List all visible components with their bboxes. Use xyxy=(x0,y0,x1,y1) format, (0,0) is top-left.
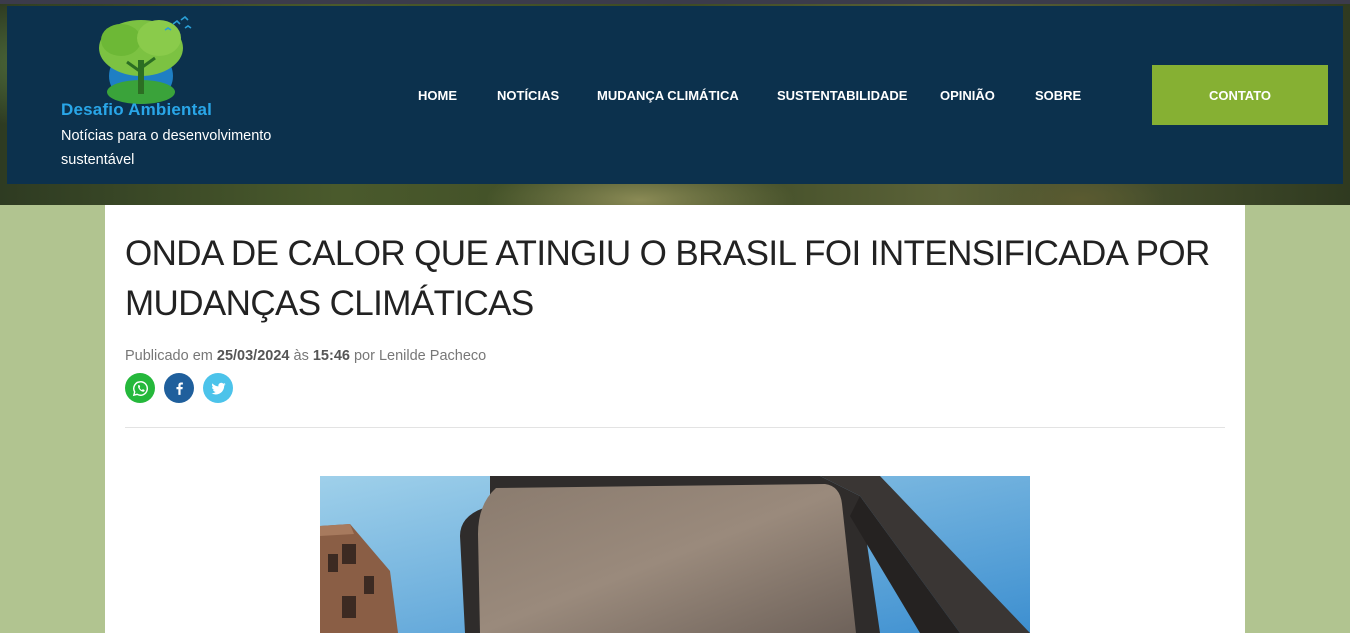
facebook-icon xyxy=(175,381,183,395)
publish-time: 15:46 xyxy=(312,348,350,364)
share-twitter-button[interactable] xyxy=(203,373,233,403)
contato-button[interactable]: CONTATO xyxy=(1152,65,1328,125)
twitter-icon xyxy=(210,382,226,394)
nav-item-mudanca-climatica[interactable]: MUDANÇA CLIMÁTICA xyxy=(597,88,739,103)
whatsapp-icon xyxy=(132,380,148,396)
author-name[interactable]: Lenilde Pacheco xyxy=(379,348,486,364)
article-meta: Publicado em 25/03/2024 às 15:46 por Len… xyxy=(125,348,486,364)
article-title: ONDA DE CALOR QUE ATINGIU O BRASIL FOI I… xyxy=(125,234,1210,323)
share-whatsapp-button[interactable] xyxy=(125,373,155,403)
nav-item-noticias[interactable]: NOTÍCIAS xyxy=(497,88,559,103)
logo-tree-icon[interactable] xyxy=(93,16,197,106)
published-prefix: Publicado em xyxy=(125,348,213,364)
nav-item-sobre[interactable]: SOBRE xyxy=(1035,88,1081,103)
author-prefix: por xyxy=(353,348,375,364)
logo-name[interactable]: Desafio Ambiental xyxy=(61,100,212,120)
publish-date: 25/03/2024 xyxy=(216,348,290,364)
nav-item-home[interactable]: HOME xyxy=(418,88,457,103)
share-buttons xyxy=(125,373,233,403)
share-facebook-button[interactable] xyxy=(164,373,194,403)
time-prefix: às xyxy=(293,348,309,364)
article-featured-image[interactable] xyxy=(320,476,1030,633)
meta-divider xyxy=(125,427,1225,428)
site-header: Desafio Ambiental Notícias para o desenv… xyxy=(7,6,1343,184)
article-content: ONDA DE CALOR QUE ATINGIU O BRASIL FOI I… xyxy=(105,205,1245,633)
featured-image-art xyxy=(320,476,1030,633)
site-tagline: Notícias para o desenvolvimento sustentá… xyxy=(61,128,272,168)
nav-item-sustentabilidade[interactable]: SUSTENTABILIDADE xyxy=(777,88,907,103)
nav-item-opiniao[interactable]: OPINIÃO xyxy=(940,88,995,103)
